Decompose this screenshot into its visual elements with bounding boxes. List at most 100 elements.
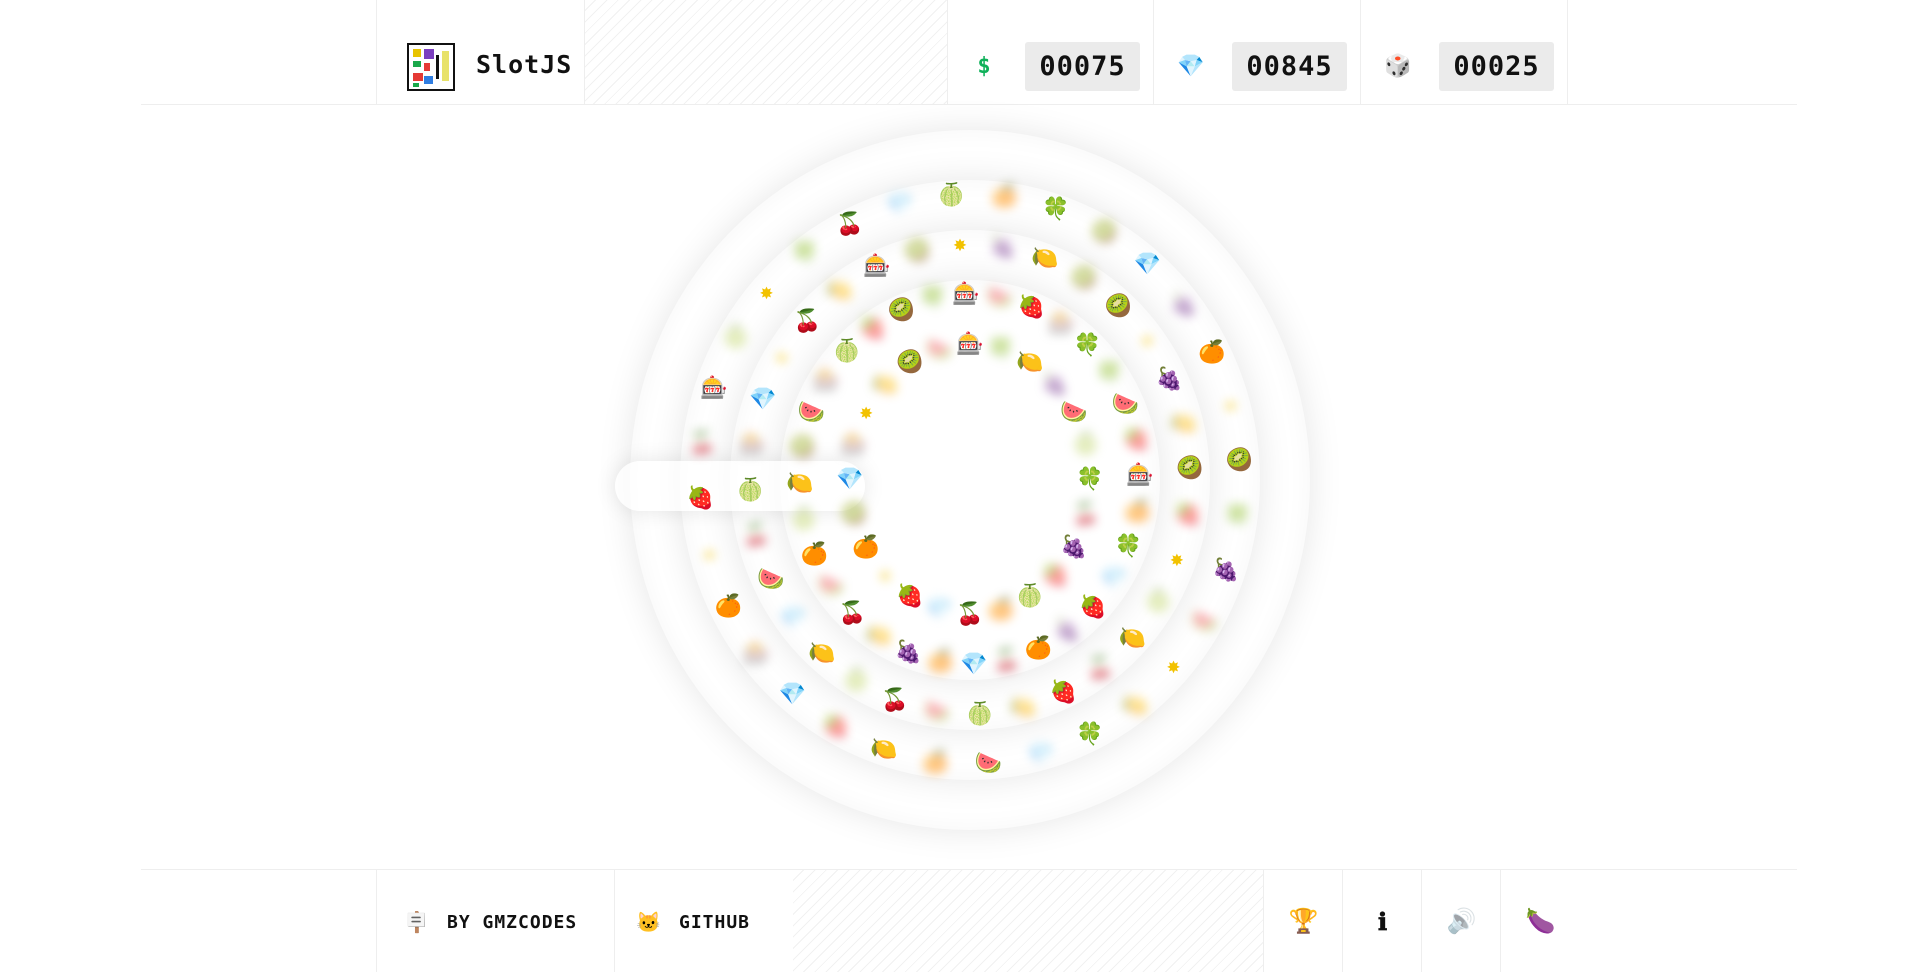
speaker-icon: 🔊 [1446,907,1477,935]
strawberry-icon: 🍓 [1049,679,1077,705]
watermelon-icon: 🍉 [974,751,1003,777]
watermelon-blurred-icon: 🍉 [925,336,953,362]
melon-icon: 🍈 [833,339,861,365]
watermelon-blurred-icon: 🍉 [923,699,951,725]
diamond-icon: 💎 [749,387,777,412]
watermelon-blurred-icon: 🍉 [817,573,845,599]
kiwi-blurred-icon: 🥝 [1070,265,1098,291]
watermelon-icon: 🍉 [1060,399,1088,425]
slot-blurred-icon: 🎰 [1047,310,1075,336]
kiwi-blurred-icon: 🥝 [903,238,931,264]
kiwi-icon: 🥝 [1104,293,1132,319]
clover-blurred-icon: 🍀 [987,336,1015,362]
clover-icon: 🍀 [1114,533,1143,559]
orange-blurred-icon: 🍊 [921,749,950,775]
star-icon: ✸ [759,279,774,305]
clover-icon: 🍀 [1076,722,1104,748]
slot-blurred-icon: 🎰 [840,432,868,458]
diamond-icon: 💎 [960,652,988,677]
orange-icon: 🍊 [852,534,880,560]
github-cell: 🐱 GITHUB [613,870,794,972]
eggplant-button[interactable]: 🍆 [1500,870,1580,972]
diamond-icon: 💎 [1133,252,1162,278]
watermelon-blurred-icon: 🍉 [985,284,1014,310]
melon-blurred-icon: 🍈 [790,507,818,533]
strawberry-blurred-icon: 🍓 [1041,562,1069,588]
strawberry-icon: 🍓 [1079,594,1107,620]
kiwi-blurred-icon: 🥝 [1090,219,1119,245]
cherries-blurred-icon: 🍒 [742,523,771,549]
slot-icon: 🎰 [862,254,891,280]
strawberry-icon: 🍓 [686,486,715,512]
star-icon: ✸ [1170,547,1184,572]
trophy-icon: 🏆 [1288,907,1319,935]
strawberry-blurred-icon: 🍓 [821,714,850,740]
info-button[interactable]: ℹ [1342,870,1422,972]
melon-blurred-icon: 🍈 [722,325,750,351]
github-link[interactable]: 🐱 GITHUB [635,902,750,942]
strawberry-blurred-icon: 🍓 [1122,426,1150,452]
cherries-blurred-icon: 🍒 [1072,501,1100,527]
kiwi-blurred-icon: 🥝 [840,501,868,527]
lemon-icon: 🍋 [1031,246,1059,271]
orange-blurred-icon: 🍊 [1123,499,1152,524]
star-icon: ✸ [1166,654,1181,680]
orange-icon: 🍊 [1198,340,1226,366]
grapes-blurred-icon: 🍇 [1170,292,1198,318]
orange-icon: 🍊 [1024,636,1053,662]
kiwi-icon: 🥝 [1225,447,1254,473]
melon-icon: 🍈 [1016,583,1044,609]
diamond-blurred-icon: 💎 [1026,742,1055,768]
lemon-blurred-icon: 🍋 [825,277,854,303]
melon-icon: 🍈 [966,701,994,727]
strawberry-icon: 🍓 [896,583,924,609]
star-blurred-icon: ✸ [1140,327,1154,353]
byline-label: BY GMZCODES [447,911,578,933]
clover-blurred-icon: 🍀 [791,241,819,267]
github-cat-icon: 🐱 [636,910,662,934]
info-icon: ℹ [1377,906,1388,936]
cherries-blurred-icon: 🍒 [1086,656,1115,682]
strawberry-icon: 🍓 [1017,294,1046,320]
clover-blurred-icon: 🍀 [1095,360,1123,386]
lemon-icon: 🍋 [1118,625,1147,651]
kiwi-icon: 🥝 [1176,456,1204,482]
kiwi-icon: 🥝 [896,350,924,376]
slot-blurred-icon: 🎰 [738,431,767,457]
watermelon-icon: 🍉 [1111,392,1140,418]
orange-icon: 🍊 [714,593,742,619]
cherries-icon: 🍒 [836,211,864,237]
diamond-blurred-icon: 💎 [885,191,914,217]
footer: 🪧 BY GMZCODES 🐱 GITHUB 🏆 ℹ 🔊 🍆 [141,869,1797,972]
diamond-blurred-icon: 💎 [1099,566,1128,592]
strawberry-blurred-icon: 🍓 [1173,502,1202,528]
byline-link[interactable]: 🪧 BY GMZCODES [403,902,577,942]
star-blurred-icon: ✸ [775,345,789,371]
lemon-icon: 🍋 [870,737,898,763]
grapes-icon: 🍇 [1212,557,1240,583]
lemon-blurred-icon: 🍋 [1008,695,1037,721]
star-icon: ✸ [859,399,873,425]
cherries-icon: 🍒 [793,308,822,334]
cherries-icon: 🍒 [838,600,867,626]
sound-button[interactable]: 🔊 [1421,870,1501,972]
kiwi-blurred-icon: 🥝 [788,435,817,460]
lemon-blurred-icon: 🍋 [1169,410,1198,436]
trophy-button[interactable]: 🏆 [1263,870,1343,972]
cherries-blurred-icon: 🍒 [688,430,716,456]
grapes-icon: 🍇 [1155,367,1183,393]
footer-hatch-panel [793,870,1263,972]
grapes-blurred-icon: 🍇 [1041,371,1069,397]
github-label: GITHUB [679,911,751,933]
cherries-icon: 🍒 [956,602,984,627]
slot-reels[interactable]: 🍀 🍒 🍇 🍓 🍈 🍊 🍒 💎 🍓 ✸ 🍊 🥝 💎 🎰 ✸ 🍋 🥝 🍉 🎰 🍀 🍋 🍇 🍉 🍈 🍀 💎 🍓 🍇 🍊 🍒 💎 🍊 🍇 🍋 🍒 🍉 🍊 🍈 🍋 🥝… [0,0,1920,870]
star-icon: ✸ [953,232,967,258]
lemon-blurred-icon: 🍋 [1121,692,1149,718]
watermelon-icon: 🍉 [797,400,826,426]
star-blurred-icon: ✸ [702,541,717,567]
grapes-icon: 🍇 [894,639,923,665]
kiwi-icon: 🥝 [887,297,916,323]
eggplant-icon: 🍆 [1525,907,1556,935]
slot-icon: 🎰 [956,332,984,357]
star-blurred-icon: ✸ [1223,392,1238,418]
